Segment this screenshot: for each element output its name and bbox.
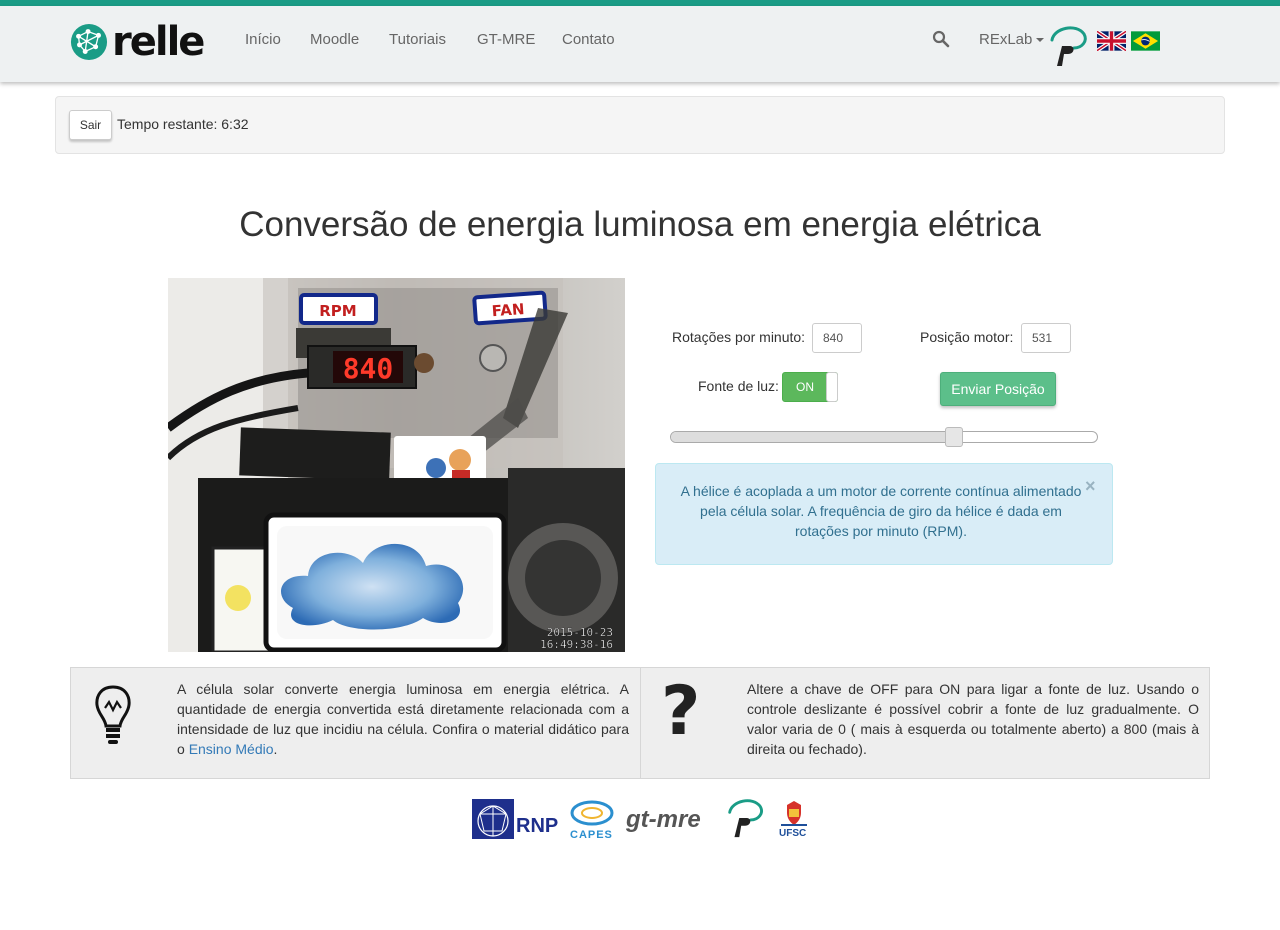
light-source-label: Fonte de luz: <box>698 378 779 394</box>
capes-label: CAPES <box>570 829 613 841</box>
close-icon[interactable]: × <box>1085 477 1096 495</box>
flag-br-icon[interactable] <box>1131 31 1160 51</box>
toggle-knob <box>826 372 838 402</box>
solar-cell-text-end: . <box>273 741 278 757</box>
rpm-display-value: 840 <box>343 352 394 385</box>
fan-tag: FAN <box>491 300 525 320</box>
nav-item-gt-mre[interactable]: GT-MRE <box>477 31 535 48</box>
capes-swirl-icon <box>570 800 614 826</box>
solar-cell-description: A célula solar converte energia luminosa… <box>177 679 629 759</box>
rexlab-partner-icon <box>728 799 763 838</box>
lightbulb-icon <box>95 685 131 744</box>
page-title: Conversão de energia luminosa em energia… <box>239 205 1041 244</box>
chevron-down-icon <box>1036 38 1045 43</box>
remaining-time: Tempo restante: 6:32 <box>117 116 249 132</box>
rexlab-label: RExLab <box>979 31 1033 48</box>
rnp-label: RNP <box>516 815 559 837</box>
ufsc-logo[interactable]: UFSC <box>777 799 811 841</box>
gt-mre-label: gt-mre <box>626 806 701 833</box>
toggle-state-label: ON <box>796 380 814 394</box>
nav-item-moodle[interactable]: Moodle <box>310 31 359 48</box>
navbar: relle Início Moodle Tutoriais GT-MRE Con… <box>0 6 1280 82</box>
alert-text: A hélice é acoplada a um motor de corren… <box>680 483 1082 539</box>
nav-item-tutoriais[interactable]: Tutoriais <box>389 31 446 48</box>
rpm-label: Rotações por minuto: <box>672 329 806 345</box>
camera-time: 16:49:38-16 <box>540 638 613 651</box>
rexlab-dropdown[interactable]: RExLab <box>979 31 1045 48</box>
capes-logo[interactable]: CAPES <box>569 799 615 841</box>
info-panels: A célula solar converte energia luminosa… <box>70 667 1210 779</box>
nav-item-inicio[interactable]: Início <box>245 31 281 48</box>
rnp-globe-icon <box>472 799 514 839</box>
brand-logo[interactable]: relle <box>70 19 205 65</box>
light-cover-slider[interactable] <box>670 427 1098 447</box>
rexlab-logo-icon[interactable] <box>1046 24 1090 70</box>
exit-button[interactable]: Sair <box>69 110 112 140</box>
send-position-button[interactable]: Enviar Posição <box>940 372 1056 406</box>
gt-mre-logo[interactable]: gt-mre <box>626 806 712 836</box>
info-alert: A hélice é acoplada a um motor de corren… <box>655 463 1113 565</box>
rexlab-partner-logo[interactable] <box>723 797 767 841</box>
search-icon[interactable] <box>932 30 950 48</box>
panel-divider <box>640 668 641 778</box>
ufsc-label: UFSC <box>779 828 807 839</box>
flag-uk-icon[interactable] <box>1097 31 1126 51</box>
slider-fill <box>671 432 954 442</box>
session-bar: Sair Tempo restante: 6:32 <box>55 96 1225 154</box>
rpm-input[interactable] <box>812 323 862 353</box>
rpm-tag: RPM <box>319 302 356 320</box>
slider-handle[interactable] <box>945 427 963 447</box>
brand-name: relle <box>112 19 205 65</box>
ufsc-crest-icon <box>781 801 807 826</box>
light-source-toggle[interactable]: ON <box>782 372 838 402</box>
instructions-text: Altere a chave de OFF para ON para ligar… <box>747 681 1199 757</box>
relle-network-icon <box>70 23 108 61</box>
question-mark-icon: ? <box>661 672 701 751</box>
camera-image: RPM FAN 840 2015-10-23 16:49:38-16 <box>168 278 625 652</box>
motor-position-input[interactable] <box>1021 323 1071 353</box>
motor-position-label: Posição motor: <box>920 329 1014 345</box>
camera-feed: RPM FAN 840 2015-10-23 16:49:38-16 <box>168 278 625 652</box>
nav-item-contato[interactable]: Contato <box>562 31 615 48</box>
ensino-medio-link[interactable]: Ensino Médio <box>189 741 274 757</box>
rnp-logo[interactable]: RNP <box>472 799 559 839</box>
